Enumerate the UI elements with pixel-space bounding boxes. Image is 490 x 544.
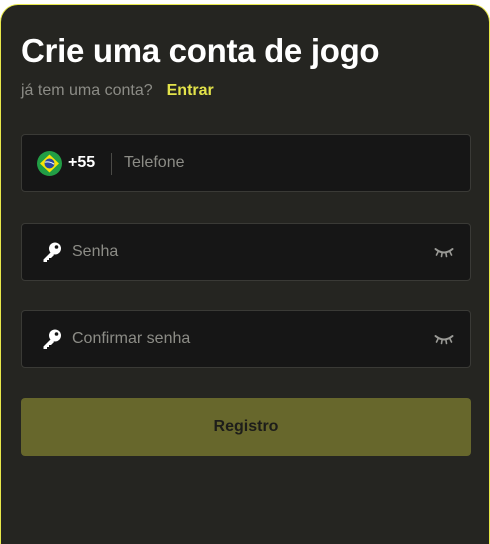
phone-field[interactable]: +55 Telefone	[21, 134, 471, 192]
key-icon	[43, 242, 61, 262]
country-code[interactable]: +55	[68, 154, 95, 172]
eye-closed-icon[interactable]	[434, 246, 454, 258]
confirm-password-field[interactable]: Confirmar senha	[21, 310, 471, 368]
register-button[interactable]: Registro	[21, 398, 471, 456]
login-question: já tem uma conta?	[21, 82, 153, 99]
brazil-flag-icon[interactable]	[37, 151, 62, 176]
field-divider	[111, 153, 112, 175]
login-prompt: já tem uma conta? Entrar	[21, 82, 214, 100]
confirm-password-input[interactable]: Confirmar senha	[72, 330, 190, 348]
page-title: Crie uma conta de jogo	[21, 32, 380, 69]
eye-closed-icon[interactable]	[434, 333, 454, 345]
key-icon	[43, 329, 61, 349]
login-link[interactable]: Entrar	[167, 82, 214, 99]
phone-input[interactable]: Telefone	[124, 154, 185, 172]
register-panel: Crie uma conta de jogo já tem uma conta?…	[0, 4, 490, 544]
password-field[interactable]: Senha	[21, 223, 471, 281]
password-input[interactable]: Senha	[72, 243, 118, 261]
